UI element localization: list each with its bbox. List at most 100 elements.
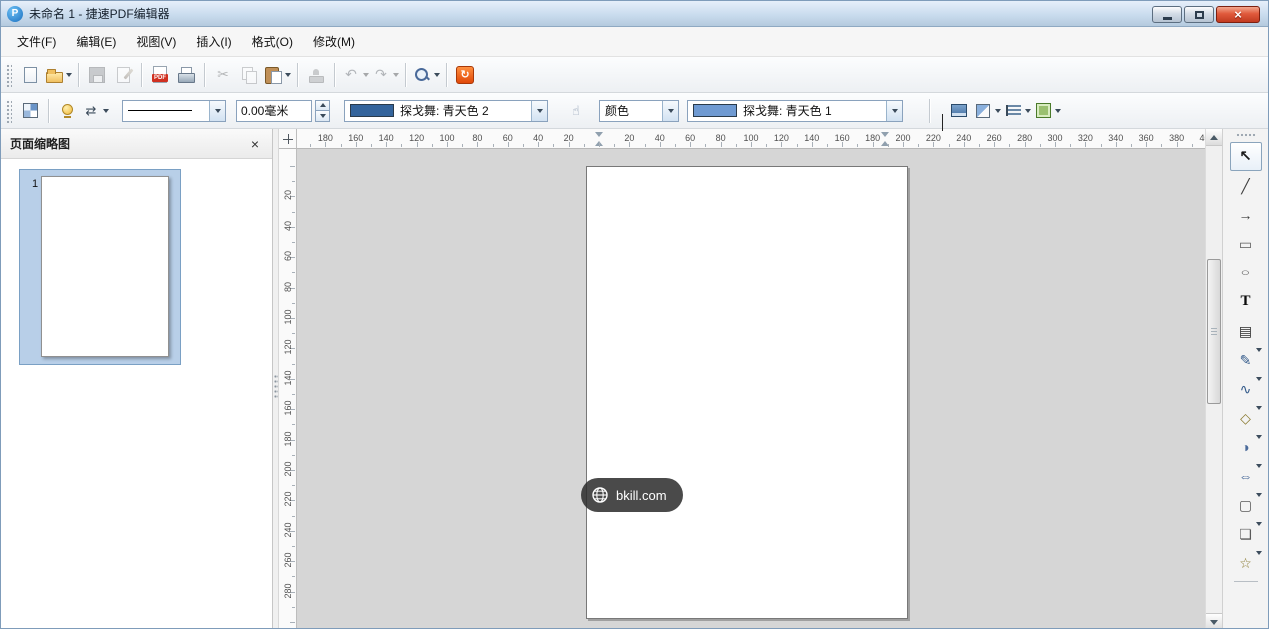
dropdown-arrow-icon[interactable] bbox=[886, 101, 902, 121]
ruler-number: 180 bbox=[313, 133, 337, 143]
line-style-select[interactable] bbox=[122, 100, 226, 122]
export-pdf-button[interactable] bbox=[148, 61, 172, 89]
star-tool[interactable]: ☆ bbox=[1230, 548, 1262, 577]
dropdown-arrow-icon[interactable] bbox=[393, 73, 399, 77]
vertical-scrollbar[interactable] bbox=[1205, 129, 1222, 629]
ruler-tick bbox=[292, 212, 295, 213]
print-button[interactable] bbox=[174, 61, 198, 89]
pie-tool[interactable]: ◑ bbox=[1230, 432, 1262, 461]
block-arrow-tool[interactable]: ⇔ bbox=[1230, 461, 1262, 490]
dropdown-arrow-icon[interactable] bbox=[1256, 381, 1262, 399]
image-tool[interactable]: ▤ bbox=[1230, 316, 1262, 345]
dropdown-arrow-icon[interactable] bbox=[1256, 468, 1262, 486]
fill-color-select[interactable]: 探戈舞: 青天色 1 bbox=[687, 100, 903, 122]
menu-item-format[interactable]: 格式(O) bbox=[242, 28, 303, 55]
rectangle-tool[interactable]: ▭ bbox=[1230, 229, 1262, 258]
curve-tool[interactable]: ∿ bbox=[1230, 374, 1262, 403]
ruler-number: 60 bbox=[283, 246, 293, 266]
page-thumbnail-preview[interactable] bbox=[41, 176, 169, 357]
scroll-up-button[interactable] bbox=[1206, 129, 1222, 146]
color-mode-select[interactable]: 颜色 bbox=[599, 100, 679, 122]
minimize-button[interactable] bbox=[1152, 6, 1182, 23]
line-tool[interactable]: ╱ bbox=[1230, 171, 1262, 200]
ruler-tick bbox=[1131, 144, 1132, 147]
ruler-number: 180 bbox=[861, 133, 885, 143]
ruler-tick bbox=[292, 181, 295, 182]
maximize-button[interactable] bbox=[1184, 6, 1214, 23]
toolbar-grip[interactable] bbox=[5, 99, 12, 123]
line-width-value: 0.00 bbox=[241, 104, 264, 118]
table-button[interactable] bbox=[18, 97, 42, 125]
stepper-up-icon[interactable] bbox=[315, 100, 330, 112]
shadow-button[interactable] bbox=[973, 97, 1001, 125]
palette-grip[interactable] bbox=[1236, 133, 1256, 138]
dropdown-arrow-icon[interactable] bbox=[1256, 352, 1262, 370]
zoom-button[interactable] bbox=[412, 61, 440, 89]
scrollbar-thumb[interactable] bbox=[1207, 259, 1221, 404]
arrow-tool[interactable]: → bbox=[1230, 200, 1262, 229]
document-viewport[interactable]: bkill.com bbox=[297, 149, 1205, 629]
ellipse-tool[interactable]: ○ bbox=[1230, 258, 1262, 287]
toolbar-grip[interactable] bbox=[5, 63, 12, 87]
scroll-down-button[interactable] bbox=[1206, 613, 1222, 629]
dropdown-arrow-icon[interactable] bbox=[1256, 410, 1262, 428]
panel-close-button[interactable] bbox=[247, 136, 263, 152]
update-button[interactable] bbox=[453, 61, 477, 89]
menu-item-insert[interactable]: 插入(I) bbox=[186, 28, 241, 55]
copy-button bbox=[237, 61, 261, 89]
zoom-icon bbox=[412, 65, 432, 85]
dropdown-arrow-icon[interactable] bbox=[434, 73, 440, 77]
dropdown-arrow-icon[interactable] bbox=[531, 101, 547, 121]
ruler-tick bbox=[432, 144, 433, 147]
dropdown-arrow-icon[interactable] bbox=[1256, 439, 1262, 457]
menu-item-file[interactable]: 文件(F) bbox=[7, 28, 66, 55]
pencil-tool[interactable]: ✎ bbox=[1230, 345, 1262, 374]
dropdown-arrow-icon[interactable] bbox=[66, 73, 72, 77]
dropdown-arrow-icon[interactable] bbox=[662, 101, 678, 121]
page-display-button[interactable] bbox=[947, 97, 971, 125]
dropdown-arrow-icon[interactable] bbox=[1055, 109, 1061, 113]
select-tool[interactable]: ↖ bbox=[1230, 142, 1262, 171]
snap-button[interactable] bbox=[55, 97, 79, 125]
text-tool[interactable]: T bbox=[1230, 287, 1262, 316]
ruler-tick bbox=[736, 144, 737, 147]
page-thumbnail[interactable]: 1 bbox=[19, 169, 181, 365]
new-document-button[interactable] bbox=[18, 61, 42, 89]
apply-format-button[interactable] bbox=[564, 97, 588, 125]
align-button[interactable] bbox=[1003, 97, 1031, 125]
dropdown-arrow-icon[interactable] bbox=[995, 109, 1001, 113]
menu-item-view[interactable]: 视图(V) bbox=[126, 28, 186, 55]
dropdown-arrow-icon[interactable] bbox=[285, 73, 291, 77]
ruler-tick bbox=[462, 144, 463, 147]
diamond-tool[interactable]: ◇ bbox=[1230, 403, 1262, 432]
menu-item-modify[interactable]: 修改(M) bbox=[303, 28, 365, 55]
dropdown-arrow-icon[interactable] bbox=[1256, 526, 1262, 544]
line-width-input[interactable]: 0.00毫米 bbox=[236, 100, 312, 122]
dropdown-arrow-icon[interactable] bbox=[103, 109, 109, 113]
swap-arrows-button[interactable] bbox=[81, 97, 109, 125]
menu-item-edit[interactable]: 编辑(E) bbox=[66, 28, 126, 55]
rounded-rectangle-tool[interactable]: ▢ bbox=[1230, 490, 1262, 519]
open-button[interactable] bbox=[44, 61, 72, 89]
stroke-color-select[interactable]: 探戈舞: 青天色 2 bbox=[344, 100, 548, 122]
close-button[interactable] bbox=[1216, 6, 1260, 23]
title-bar[interactable]: 未命名 1 - 捷速PDF编辑器 bbox=[1, 1, 1268, 27]
stepper-down-icon[interactable] bbox=[315, 111, 330, 122]
paste-button[interactable] bbox=[263, 61, 291, 89]
ruler-tick bbox=[292, 242, 295, 243]
dropdown-arrow-icon[interactable] bbox=[1256, 497, 1262, 515]
canvas-area: 1801601401201008060402020406080100120140… bbox=[279, 129, 1205, 629]
document-page[interactable] bbox=[586, 166, 908, 619]
dropdown-arrow-icon[interactable] bbox=[1025, 109, 1031, 113]
ruler-number: 280 bbox=[283, 581, 293, 601]
ruler-tick bbox=[292, 303, 295, 304]
dropdown-arrow-icon[interactable] bbox=[209, 101, 225, 121]
callout-tool[interactable]: ❏ bbox=[1230, 519, 1262, 548]
line-width-stepper[interactable] bbox=[315, 100, 330, 122]
block-arrow-icon: ⇔ bbox=[1239, 469, 1253, 483]
stamp-button bbox=[304, 61, 328, 89]
curve-icon: ∿ bbox=[1240, 382, 1252, 396]
dropdown-arrow-icon[interactable] bbox=[1256, 555, 1262, 573]
group-button[interactable] bbox=[1033, 97, 1061, 125]
dropdown-arrow-icon[interactable] bbox=[363, 73, 369, 77]
